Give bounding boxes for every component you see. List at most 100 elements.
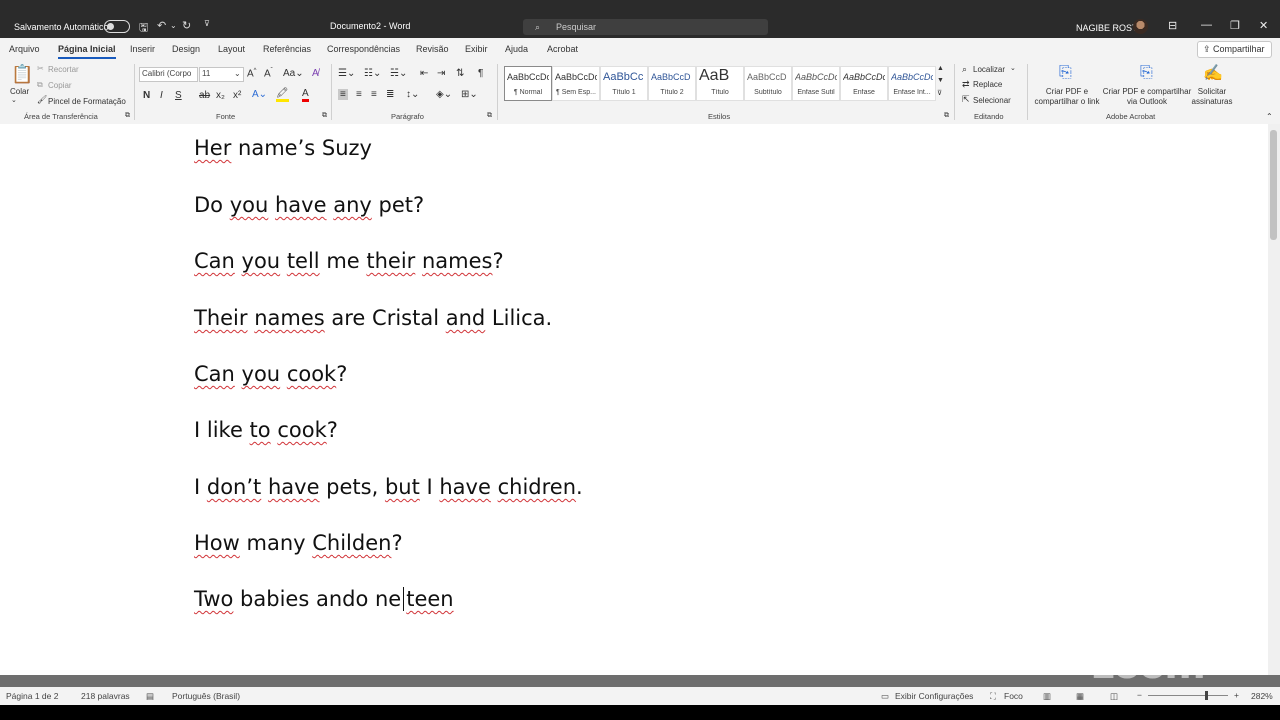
close-icon[interactable]: ✕ <box>1259 19 1268 32</box>
undo-dropdown-icon[interactable]: ⌄ <box>170 21 177 30</box>
create-pdf-share-link-button[interactable]: Criar PDF e compartilhar o link <box>1032 87 1102 107</box>
search-box[interactable]: ⌕ Pesquisar <box>523 19 768 35</box>
shrink-font-icon[interactable]: Aˇ <box>264 68 273 79</box>
save-icon[interactable]: 🖫 <box>139 19 148 38</box>
tab-ajuda[interactable]: Ajuda <box>505 44 528 54</box>
show-marks-icon[interactable]: ¶ <box>478 68 483 79</box>
proofing-icon[interactable]: ▤ <box>146 691 154 702</box>
styles-scroll-up-icon[interactable]: ▲ <box>937 65 944 72</box>
copy-button[interactable]: Copiar <box>48 81 72 90</box>
styles-more-icon[interactable]: ⊽ <box>937 89 942 97</box>
paste-button[interactable]: Colar <box>10 87 29 96</box>
request-signatures-button[interactable]: Solicitar assinaturas <box>1190 87 1234 107</box>
superscript-button[interactable]: x² <box>233 90 241 101</box>
tab-correspondencias[interactable]: Correspondências <box>327 44 400 54</box>
grow-font-icon[interactable]: A^ <box>247 68 257 79</box>
format-painter-button[interactable]: Pincel de Formatação <box>48 97 126 106</box>
justify-icon[interactable]: ≣ <box>386 89 394 100</box>
tab-design[interactable]: Design <box>172 44 200 54</box>
select-button[interactable]: Selecionar <box>973 96 1011 105</box>
cut-button[interactable]: Recortar <box>48 65 79 74</box>
bullets-icon[interactable]: ☰⌄ <box>338 68 355 79</box>
zoom-level[interactable]: 282% <box>1251 691 1273 701</box>
share-button[interactable]: ⇪ Compartilhar <box>1197 41 1272 58</box>
align-left-icon[interactable]: ≡ <box>338 89 348 100</box>
tab-acrobat[interactable]: Acrobat <box>547 44 578 54</box>
zoom-in-icon[interactable]: + <box>1234 690 1239 700</box>
style-heading-1[interactable]: AaBbCc Título 1 <box>600 66 648 101</box>
tab-arquivo[interactable]: Arquivo <box>9 44 40 54</box>
language-status[interactable]: Português (Brasil) <box>172 691 240 701</box>
tab-exibir[interactable]: Exibir <box>465 44 488 54</box>
restore-icon[interactable]: ❐ <box>1230 19 1240 32</box>
tab-inserir[interactable]: Inserir <box>130 44 155 54</box>
shading-icon[interactable]: ◈⌄ <box>436 89 452 100</box>
pdf-outlook-icon[interactable]: ⎘ <box>1140 64 1153 82</box>
styles-scroll-down-icon[interactable]: ▼ <box>937 77 944 84</box>
style-heading-2[interactable]: AaBbCcD Título 2 <box>648 66 696 101</box>
request-signatures-icon[interactable]: ✍ <box>1203 63 1223 83</box>
strikethrough-button[interactable]: ab <box>199 90 210 101</box>
avatar[interactable] <box>1133 19 1148 34</box>
line-spacing-icon[interactable]: ↕⌄ <box>406 89 419 100</box>
minimize-icon[interactable]: — <box>1201 19 1212 31</box>
find-button[interactable]: Localizar <box>973 65 1005 74</box>
style-emphasis[interactable]: AaBbCcDc Ênfase <box>840 66 888 101</box>
numbering-icon[interactable]: ☷⌄ <box>364 68 381 79</box>
font-launcher-icon[interactable]: ⧉ <box>322 112 327 120</box>
styles-launcher-icon[interactable]: ⧉ <box>944 112 949 120</box>
zoom-out-icon[interactable]: − <box>1137 690 1142 700</box>
tab-pagina-inicial[interactable]: Página Inicial <box>58 44 116 59</box>
style-title[interactable]: AaB Título <box>696 66 744 101</box>
clipboard-launcher-icon[interactable]: ⧉ <box>125 112 130 120</box>
undo-icon[interactable]: ↶ <box>157 19 166 32</box>
decrease-indent-icon[interactable]: ⇤ <box>420 68 428 79</box>
paste-dropdown-icon[interactable]: ⌄ <box>11 96 17 104</box>
clear-format-icon[interactable]: A̸ <box>312 68 319 79</box>
borders-icon[interactable]: ⊞⌄ <box>461 89 478 100</box>
print-layout-icon[interactable]: ▦ <box>1076 691 1084 702</box>
customize-toolbar-icon[interactable]: ⊽ <box>204 19 210 28</box>
collapse-ribbon-icon[interactable]: ⌃ <box>1266 112 1273 121</box>
page-count[interactable]: Página 1 de 2 <box>6 691 58 701</box>
pdf-link-icon[interactable]: ⎘ <box>1059 64 1072 82</box>
paragraph-launcher-icon[interactable]: ⧉ <box>487 112 492 120</box>
tab-revisao[interactable]: Revisão <box>416 44 449 54</box>
highlight-icon[interactable]: 🖍 <box>276 89 289 102</box>
align-center-icon[interactable]: ≡ <box>356 89 362 100</box>
font-size-select[interactable]: 11 ⌄ <box>199 67 244 82</box>
font-color-icon[interactable]: A <box>302 89 309 102</box>
display-settings-button[interactable]: Exibir Configurações <box>895 691 973 701</box>
tab-layout[interactable]: Layout <box>218 44 245 54</box>
autosave-toggle[interactable] <box>104 20 130 33</box>
italic-button[interactable]: I <box>160 90 163 101</box>
read-mode-icon[interactable]: ▥ <box>1043 691 1051 702</box>
redo-icon[interactable]: ↻ <box>182 19 191 32</box>
ribbon-display-icon[interactable]: ⊟ <box>1168 19 1177 32</box>
style-normal[interactable]: AaBbCcDc ¶ Normal <box>504 66 552 101</box>
font-family-select[interactable]: Calibri (Corpo <box>139 67 198 82</box>
find-dropdown-icon[interactable]: ⌄ <box>1010 64 1016 72</box>
zoom-slider-handle[interactable] <box>1205 691 1208 700</box>
word-count[interactable]: 218 palavras <box>81 691 130 701</box>
web-layout-icon[interactable]: ◫ <box>1110 691 1118 702</box>
create-pdf-outlook-button[interactable]: Criar PDF e compartilhar via Outlook <box>1102 87 1192 107</box>
scrollbar-thumb[interactable] <box>1270 130 1277 240</box>
text-effects-icon[interactable]: A⌄ <box>252 89 267 100</box>
subscript-button[interactable]: x₂ <box>216 90 225 101</box>
document-page[interactable]: Her name’s Suzy Do you have any pet? Can… <box>0 124 1268 675</box>
paste-icon[interactable]: 📋 <box>11 64 33 85</box>
sort-icon[interactable]: ⇅ <box>456 68 464 79</box>
style-intense-emphasis[interactable]: AaBbCcDc Ênfase Int... <box>888 66 936 101</box>
style-subtle-emphasis[interactable]: AaBbCcDc Ênfase Sutil <box>792 66 840 101</box>
zoom-slider[interactable] <box>1148 695 1228 696</box>
style-subtitle[interactable]: AaBbCcD Subtítulo <box>744 66 792 101</box>
align-right-icon[interactable]: ≡ <box>371 89 377 100</box>
tab-referencias[interactable]: Referências <box>263 44 311 54</box>
replace-button[interactable]: Replace <box>973 80 1002 89</box>
underline-button[interactable]: S <box>175 90 182 101</box>
style-no-spacing[interactable]: AaBbCcDc ¶ Sem Esp... <box>552 66 600 101</box>
change-case-icon[interactable]: Aa⌄ <box>283 68 304 79</box>
bold-button[interactable]: N <box>143 90 150 101</box>
multilevel-list-icon[interactable]: ☵⌄ <box>390 68 407 79</box>
